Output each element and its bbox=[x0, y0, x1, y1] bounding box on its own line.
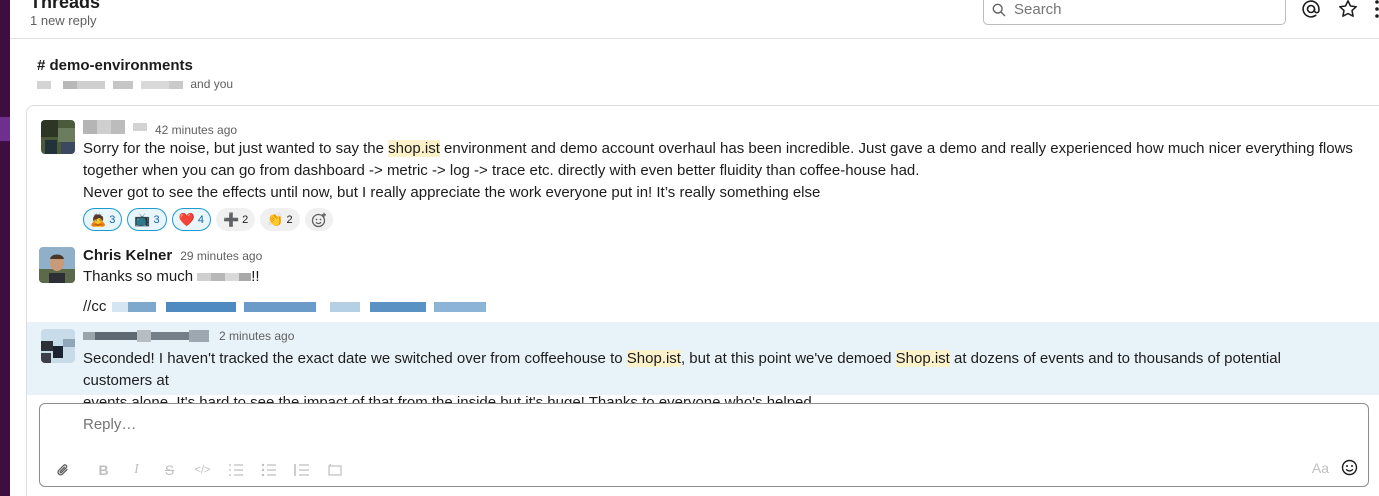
author-name-redacted[interactable] bbox=[83, 329, 209, 343]
message-time[interactable]: 2 minutes ago bbox=[219, 329, 294, 343]
text-segment: Sorry for the noise, but just wanted to … bbox=[83, 140, 389, 157]
reaction-count: 2 bbox=[286, 213, 293, 226]
reaction-emoji: 📺 bbox=[134, 211, 151, 227]
reaction-plus[interactable]: ➕ 2 bbox=[215, 208, 256, 231]
redacted-mentions bbox=[112, 302, 487, 313]
formatting-toolbar: B I S </> bbox=[53, 459, 351, 481]
threads-view: Threads 1 new reply # demo-environments … bbox=[0, 0, 1379, 496]
italic-icon[interactable]: I bbox=[120, 459, 153, 481]
ordered-list-icon[interactable] bbox=[219, 459, 252, 481]
add-reaction-button[interactable] bbox=[304, 208, 333, 231]
format-toggle-button[interactable]: Aa bbox=[1312, 460, 1329, 476]
code-block-icon[interactable] bbox=[318, 459, 351, 481]
reaction-bow[interactable]: 🙇 3 bbox=[83, 208, 123, 231]
redacted-mention bbox=[197, 266, 252, 288]
workspace-sidebar-edge bbox=[0, 0, 10, 496]
text-segment: Thanks so much bbox=[83, 268, 198, 285]
reply-composer: B I S </> Aa bbox=[39, 403, 1369, 487]
message: Chris Kelner 29 minutes ago Thanks so mu… bbox=[27, 238, 1379, 322]
reaction-count: 2 bbox=[242, 213, 249, 226]
blockquote-icon[interactable] bbox=[285, 459, 318, 481]
search-icon bbox=[992, 3, 1006, 16]
redacted-name bbox=[113, 80, 133, 89]
avatar[interactable] bbox=[39, 247, 75, 283]
redacted-name bbox=[37, 80, 51, 89]
page-title: Threads bbox=[30, 0, 101, 12]
bulleted-list-icon[interactable] bbox=[252, 459, 285, 481]
highlighted-keyword: shop.ist bbox=[388, 140, 440, 157]
thread-channel-info: # demo-environments and you bbox=[37, 57, 233, 91]
author-name[interactable]: Chris Kelner bbox=[83, 247, 172, 264]
reaction-emoji: 🙇 bbox=[90, 211, 107, 227]
redacted-name bbox=[169, 80, 183, 89]
cc-prefix: //cc bbox=[83, 298, 107, 316]
message-new: 2 minutes ago Seconded! I haven't tracke… bbox=[27, 322, 1379, 411]
reaction-count: 4 bbox=[197, 213, 204, 226]
threads-header: Threads 1 new reply bbox=[10, 0, 1379, 39]
message-header: 2 minutes ago bbox=[83, 329, 294, 343]
paperclip-icon[interactable] bbox=[53, 459, 73, 481]
redacted-name bbox=[141, 80, 169, 89]
code-icon[interactable]: </> bbox=[186, 459, 219, 481]
composer-actions: Aa bbox=[1312, 459, 1358, 476]
message: 42 minutes ago Sorry for the noise, but … bbox=[27, 106, 1379, 238]
reaction-emoji: 👏 bbox=[267, 211, 284, 227]
members-suffix: and you bbox=[190, 77, 234, 91]
bold-icon[interactable]: B bbox=[87, 459, 120, 481]
sidebar-active-indicator bbox=[0, 117, 10, 141]
highlighted-keyword: Shop.ist bbox=[895, 350, 950, 367]
reaction-count: 3 bbox=[153, 213, 160, 226]
text-segment: Seconded! I haven't tracked the exact da… bbox=[83, 350, 627, 367]
reply-input[interactable] bbox=[83, 416, 1083, 433]
smiley-icon[interactable] bbox=[1341, 459, 1358, 476]
highlighted-keyword: Shop.ist bbox=[626, 350, 681, 367]
add-emoji-icon bbox=[311, 212, 326, 227]
message-header: 42 minutes ago bbox=[83, 120, 237, 137]
text-segment: environment and demo account overhaul ha… bbox=[439, 140, 1353, 157]
redacted-name bbox=[77, 80, 105, 89]
search-box[interactable] bbox=[983, 0, 1286, 25]
reaction-bar: 🙇 3 📺 3 ❤️ 4 ➕ 2 👏 2 bbox=[83, 208, 333, 231]
reaction-clap[interactable]: 👏 2 bbox=[260, 208, 300, 231]
reaction-tv[interactable]: 📺 3 bbox=[127, 208, 167, 231]
author-name-redacted[interactable] bbox=[83, 120, 147, 134]
new-reply-count: 1 new reply bbox=[30, 13, 97, 28]
redacted-name bbox=[63, 80, 77, 89]
message-time[interactable]: 42 minutes ago bbox=[155, 123, 237, 137]
message-header: Chris Kelner 29 minutes ago bbox=[83, 247, 262, 264]
message-time[interactable]: 29 minutes ago bbox=[180, 249, 262, 263]
text-segment: , but at this point we've demoed bbox=[680, 350, 896, 367]
reaction-count: 3 bbox=[109, 213, 116, 226]
channel-name[interactable]: # demo-environments bbox=[37, 57, 193, 74]
search-input[interactable] bbox=[1014, 1, 1264, 18]
text-line: Never got to see the effects until now, … bbox=[83, 184, 821, 201]
channel-members: and you bbox=[37, 77, 277, 91]
reaction-emoji: ❤️ bbox=[178, 211, 195, 227]
reaction-emoji: ➕ bbox=[222, 211, 240, 227]
more-vertical-icon[interactable] bbox=[1366, 0, 1379, 20]
text-line: together when you can go from dashboard … bbox=[83, 162, 920, 179]
avatar[interactable] bbox=[41, 120, 75, 154]
message-text: Thanks so much !! //cc bbox=[83, 266, 1353, 318]
avatar[interactable] bbox=[41, 329, 75, 363]
at-sign-icon[interactable] bbox=[1300, 0, 1322, 20]
strikethrough-icon[interactable]: S bbox=[153, 459, 186, 481]
reaction-heart[interactable]: ❤️ 4 bbox=[171, 208, 211, 231]
message-text: Sorry for the noise, but just wanted to … bbox=[83, 138, 1353, 204]
star-icon[interactable] bbox=[1337, 0, 1359, 20]
text-segment: !! bbox=[251, 268, 260, 285]
